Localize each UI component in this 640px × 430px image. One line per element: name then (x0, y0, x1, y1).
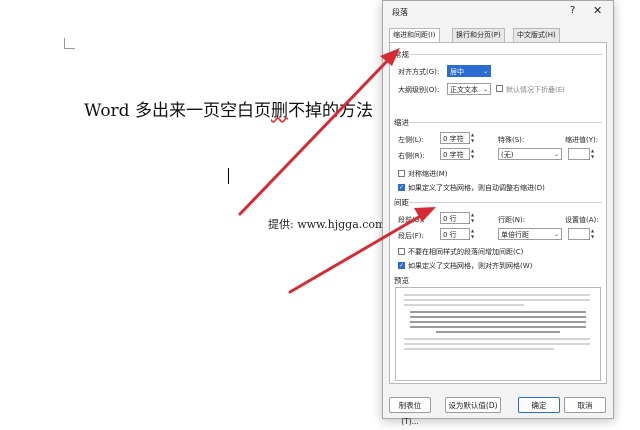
arrow-to-indent-tab (238, 48, 400, 216)
arrow-head (414, 207, 436, 222)
arrow-shaft (288, 212, 426, 294)
arrow-to-spacing (288, 207, 436, 294)
arrow-shaft (238, 56, 392, 216)
annotation-arrows (238, 48, 436, 294)
